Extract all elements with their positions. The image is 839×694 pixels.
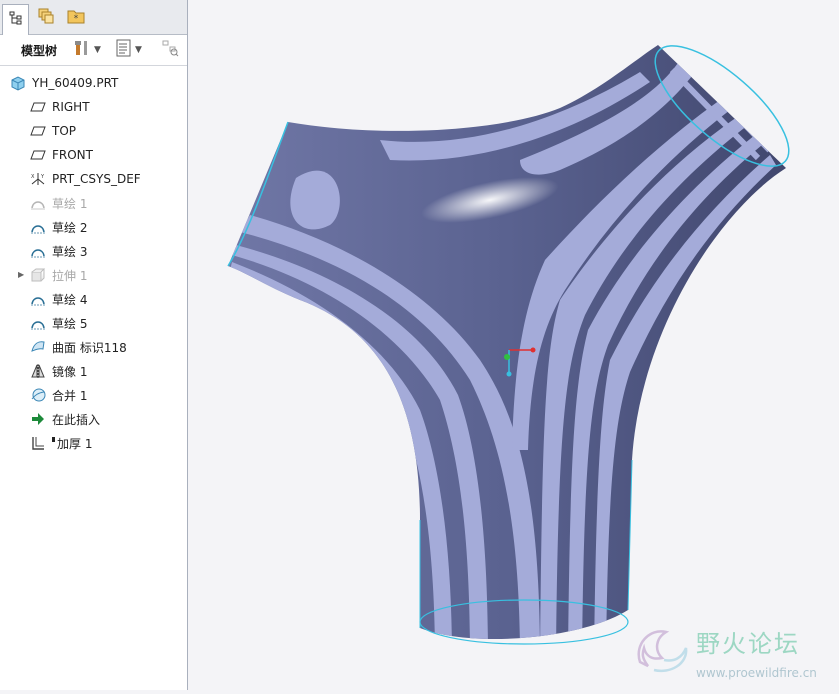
- model-tree-tab-icon: [8, 10, 24, 30]
- tree-item-label: 草绘 2: [52, 220, 88, 235]
- favorites-folder-tab-icon: *: [67, 7, 85, 29]
- merge-icon: [30, 387, 46, 403]
- watermark-title: 野火论坛: [696, 630, 800, 658]
- svg-text:X: X: [31, 174, 35, 180]
- model-tree-title: 模型树: [21, 44, 58, 58]
- part-icon: [10, 75, 26, 91]
- tree-item-merge[interactable]: 合并 1: [0, 384, 187, 406]
- marker-icon: [52, 437, 55, 442]
- tree-item-label: 镜像 1: [52, 364, 88, 379]
- svg-text:Y: Y: [40, 174, 45, 180]
- datum-plane-icon: [30, 99, 46, 115]
- tree-item-label: TOP: [52, 124, 77, 138]
- tree-item-label: 拉伸 1: [52, 268, 88, 283]
- watermark: 野火论坛 www.proewildfire.cn: [630, 622, 835, 686]
- tree-item-extrude-1[interactable]: ▶ 拉伸 1: [0, 264, 187, 286]
- model-tree-toolbar: 模型树 ▼ ▼: [0, 35, 187, 66]
- insert-here-arrow-icon: [30, 411, 46, 427]
- tab-favorites-folder[interactable]: *: [62, 4, 89, 32]
- settings-dropdown-button[interactable]: ▼: [73, 39, 101, 61]
- tree-item-insert-here[interactable]: 在此插入: [0, 408, 187, 430]
- coordinate-system-icon: XY: [30, 171, 46, 187]
- mirror-icon: [30, 363, 46, 379]
- watermark-url: www.proewildfire.cn: [696, 666, 817, 680]
- thicken-icon: [30, 435, 46, 451]
- layers-tab-icon: [37, 7, 55, 29]
- tree-item-top[interactable]: TOP: [0, 120, 187, 142]
- tree-item-label: PRT_CSYS_DEF: [52, 172, 141, 186]
- tree-filter-icon: [161, 39, 179, 61]
- tree-item-label: 曲面 标识118: [52, 340, 127, 355]
- expand-arrow-icon[interactable]: ▶: [18, 270, 24, 279]
- y-pipe-model: [227, 45, 790, 645]
- extrude-icon: [30, 267, 46, 283]
- svg-text:*: *: [73, 14, 78, 24]
- show-dropdown-button[interactable]: ▼: [116, 39, 142, 61]
- sketch-icon: [30, 291, 46, 307]
- filter-button[interactable]: [161, 39, 179, 61]
- chevron-down-icon: ▼: [135, 45, 142, 55]
- tree-item-label: FRONT: [52, 148, 93, 162]
- tree-item-sketch-5[interactable]: 草绘 5: [0, 312, 187, 334]
- sketch-icon: [30, 315, 46, 331]
- tree-item-csys[interactable]: XY PRT_CSYS_DEF: [0, 168, 187, 190]
- tree-item-label: 草绘 4: [52, 292, 88, 307]
- datum-plane-icon: [30, 147, 46, 163]
- flame-logo-icon: [637, 630, 688, 673]
- tree-item-sketch-1[interactable]: 草绘 1: [0, 192, 187, 214]
- tree-item-label: RIGHT: [52, 100, 90, 114]
- tree-item-label: 草绘 1: [52, 196, 88, 211]
- tree-item-label: 在此插入: [52, 412, 101, 427]
- tools-icon: [73, 39, 91, 61]
- tree-item-label: 合并 1: [52, 388, 88, 403]
- graphics-viewport[interactable]: [188, 0, 839, 690]
- tree-item-label: 草绘 3: [52, 244, 88, 259]
- tab-layers[interactable]: [32, 4, 59, 32]
- tree-root-label: YH_60409.PRT: [32, 76, 119, 90]
- sketch-icon: [30, 195, 46, 211]
- tree-item-label: 加厚 1: [57, 436, 93, 451]
- model-tree-panel: * 模型树 ▼ ▼ YH_60409.PRT RIGHT TOP FRONT X…: [0, 0, 188, 690]
- tree-item-label: 草绘 5: [52, 316, 88, 331]
- sketch-icon: [30, 219, 46, 235]
- tree-item-sketch-4[interactable]: 草绘 4: [0, 288, 187, 310]
- tree-item-surface[interactable]: 曲面 标识118: [0, 336, 187, 358]
- datum-plane-icon: [30, 123, 46, 139]
- tree-item-sketch-2[interactable]: 草绘 2: [0, 216, 187, 238]
- list-icon: [116, 39, 132, 61]
- surface-icon: [30, 339, 46, 355]
- chevron-down-icon: ▼: [94, 45, 101, 55]
- tree-item-right[interactable]: RIGHT: [0, 96, 187, 118]
- tree-root[interactable]: YH_60409.PRT: [0, 72, 187, 94]
- sketch-icon: [30, 243, 46, 259]
- tree-item-front[interactable]: FRONT: [0, 144, 187, 166]
- tab-model-tree[interactable]: [2, 4, 29, 35]
- panel-tab-strip: *: [0, 0, 187, 35]
- tree-item-thicken[interactable]: 加厚 1: [0, 432, 187, 454]
- tree-item-sketch-3[interactable]: 草绘 3: [0, 240, 187, 262]
- tree-item-mirror[interactable]: 镜像 1: [0, 360, 187, 382]
